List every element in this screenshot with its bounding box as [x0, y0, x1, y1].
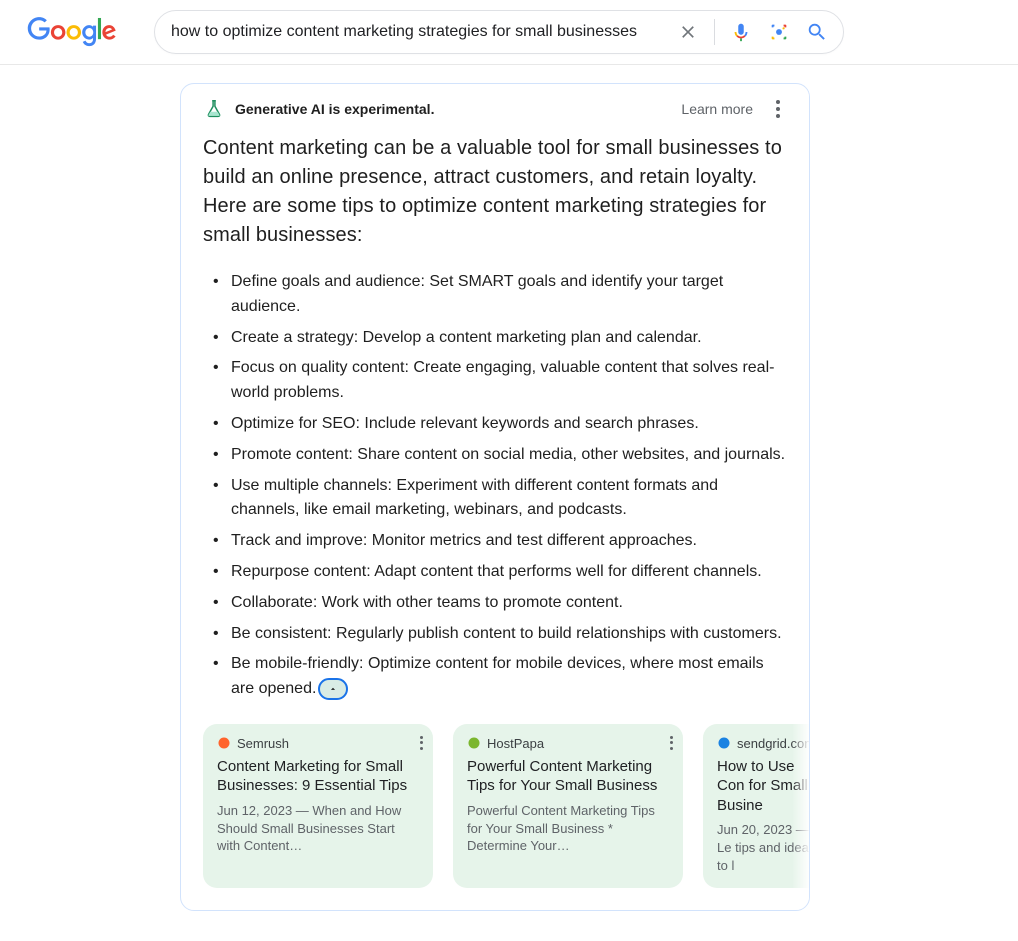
- citation-header: HostPapa: [467, 736, 669, 751]
- citation-cards-row: Semrush Content Marketing for Small Busin…: [203, 724, 810, 888]
- ai-tip-item: Define goals and audience: Set SMART goa…: [203, 270, 787, 320]
- citation-menu-icon[interactable]: [420, 736, 423, 750]
- search-header: [0, 0, 1018, 65]
- citation-header: Semrush: [217, 736, 419, 751]
- ai-tips-list: Define goals and audience: Set SMART goa…: [203, 270, 787, 702]
- ai-tip-item: Create a strategy: Develop a content mar…: [203, 326, 787, 351]
- search-divider: [714, 19, 715, 45]
- ai-tip-item: Repurpose content: Adapt content that pe…: [203, 560, 787, 585]
- citation-menu-icon[interactable]: [670, 736, 673, 750]
- ai-tip-item: Track and improve: Monitor metrics and t…: [203, 529, 787, 554]
- citation-title: Powerful Content Marketing Tips for Your…: [467, 757, 669, 796]
- ai-tip-item: Optimize for SEO: Include relevant keywo…: [203, 412, 787, 437]
- citation-site-name: Semrush: [237, 736, 419, 751]
- ai-card-menu-icon[interactable]: [769, 100, 787, 118]
- ai-card-header: Generative AI is experimental. Learn mor…: [203, 98, 787, 120]
- ai-tip-item: Be consistent: Regularly publish content…: [203, 622, 787, 647]
- ai-badge-text: Generative AI is experimental.: [235, 101, 681, 117]
- learn-more-link[interactable]: Learn more: [681, 101, 753, 117]
- search-icon[interactable]: [805, 20, 829, 44]
- search-input[interactable]: [171, 23, 662, 41]
- ai-tip-item: Collaborate: Work with other teams to pr…: [203, 591, 787, 616]
- clear-icon[interactable]: [676, 20, 700, 44]
- search-box[interactable]: [154, 10, 844, 54]
- citation-card[interactable]: Semrush Content Marketing for Small Busin…: [203, 724, 433, 888]
- generative-ai-card: Generative AI is experimental. Learn mor…: [180, 83, 810, 911]
- ai-tip-item: Promote content: Share content on social…: [203, 443, 787, 468]
- citation-description: Powerful Content Marketing Tips for Your…: [467, 802, 669, 855]
- citation-site-name: sendgrid.com: [737, 736, 810, 751]
- ai-tip-item: Focus on quality content: Create engagin…: [203, 356, 787, 406]
- ai-tip-item: Use multiple channels: Experiment with d…: [203, 474, 787, 524]
- citation-title: How to Use Con for Small Busine: [717, 757, 810, 816]
- citation-favicon-icon: [467, 736, 481, 750]
- ai-tip-item: Be mobile-friendly: Optimize content for…: [203, 652, 787, 702]
- voice-search-icon[interactable]: [729, 20, 753, 44]
- citation-card[interactable]: HostPapa Powerful Content Marketing Tips …: [453, 724, 683, 888]
- collapse-button[interactable]: [318, 678, 348, 700]
- flask-icon: [203, 98, 225, 120]
- citation-title: Content Marketing for Small Businesses: …: [217, 757, 419, 796]
- citation-description: Jun 20, 2023 — Le tips and ideas to l: [717, 821, 810, 874]
- citation-favicon-icon: [217, 736, 231, 750]
- lens-search-icon[interactable]: [767, 20, 791, 44]
- citation-favicon-icon: [717, 736, 731, 750]
- results-area: Generative AI is experimental. Learn mor…: [0, 65, 1018, 941]
- citation-description: Jun 12, 2023 — When and How Should Small…: [217, 802, 419, 855]
- google-logo[interactable]: [26, 17, 118, 47]
- ai-intro-text: Content marketing can be a valuable tool…: [203, 134, 787, 250]
- citation-site-name: HostPapa: [487, 736, 669, 751]
- citation-header: sendgrid.com: [717, 736, 810, 751]
- citation-card[interactable]: sendgrid.com How to Use Con for Small Bus…: [703, 724, 810, 888]
